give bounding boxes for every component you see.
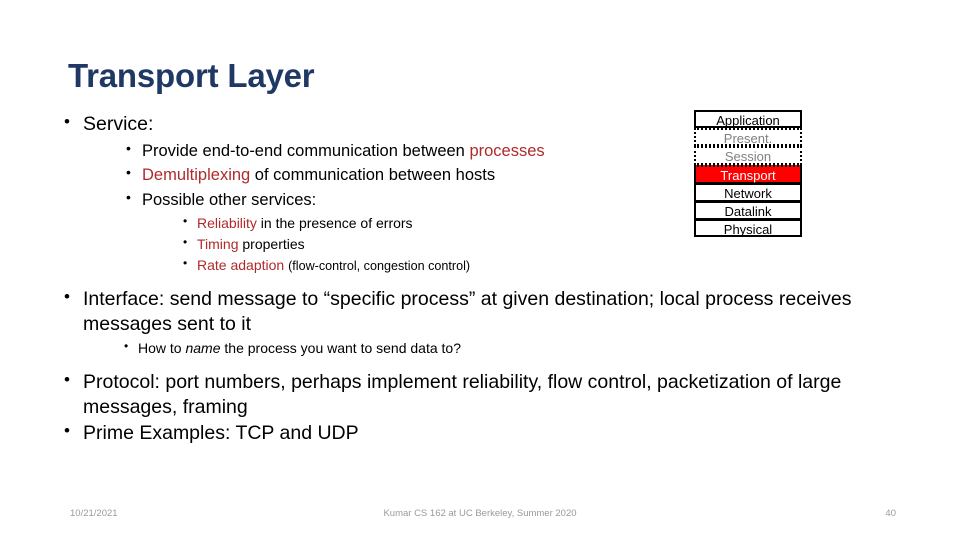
footer-course-label: Kumar CS 162 at UC Berkeley, Summer 2020: [383, 508, 577, 519]
text-highlight-reliability: Reliability: [197, 215, 257, 232]
page-title: Transport Layer: [68, 57, 315, 94]
bullet-protocol-text: Protocol: port numbers, perhaps implemen…: [83, 371, 842, 419]
bullet-protocol: Protocol: port numbers, perhaps implemen…: [62, 369, 892, 420]
footer-page-number: 40: [885, 508, 896, 519]
bullet-rate-adaption: Rate adaption (flow-control, congestion …: [182, 254, 892, 276]
text-post: of communication between hosts: [250, 166, 496, 185]
text-post: properties: [238, 236, 305, 253]
osi-layer-network: Network: [694, 182, 802, 201]
bullet-interface: Interface: send message to “specific pro…: [62, 286, 892, 359]
bullet-service-label: Service:: [83, 113, 154, 135]
bullet-list-interface-children: How to name the process you want to send…: [83, 337, 892, 359]
osi-layer-session: Session: [694, 146, 802, 165]
osi-layer-transport-highlighted: Transport: [694, 164, 802, 183]
text-italic-name: name: [185, 340, 221, 357]
text-pre: Provide end-to-end communication between: [142, 141, 470, 160]
text-highlight-timing: Timing: [197, 236, 239, 253]
slide-footer: 10/21/2021 Kumar CS 162 at UC Berkeley, …: [0, 508, 960, 528]
bullet-prime-examples: Prime Examples: TCP and UDP: [62, 420, 892, 446]
text-highlight-rate-adaption: Rate adaption: [197, 257, 285, 274]
text-pre: How to: [138, 340, 186, 357]
osi-layer-presentation: Present.: [694, 128, 802, 147]
text-highlight-demultiplexing: Demultiplexing: [142, 166, 251, 185]
text-pre: Possible other services:: [142, 190, 317, 209]
bullet-prime-examples-text: Prime Examples: TCP and UDP: [83, 421, 359, 444]
bullet-timing: Timing properties: [182, 233, 892, 255]
text-post: in the presence of errors: [256, 215, 413, 232]
osi-layer-application: Application: [694, 110, 802, 129]
slide: Transport Layer Service: Provide end-to-…: [0, 0, 960, 540]
text-highlight-processes: processes: [469, 141, 545, 160]
osi-layer-stack-diagram: Application Present. Session Transport N…: [694, 110, 802, 238]
osi-layer-datalink: Datalink: [694, 200, 802, 220]
bullet-how-to-name: How to name the process you want to send…: [123, 337, 892, 359]
text-parenthetical: (flow-control, congestion control): [288, 259, 471, 274]
text-post: the process you want to send data to?: [220, 340, 461, 357]
bullet-interface-text: Interface: send message to “specific pro…: [83, 288, 852, 336]
osi-layer-physical: Physical: [694, 219, 802, 238]
